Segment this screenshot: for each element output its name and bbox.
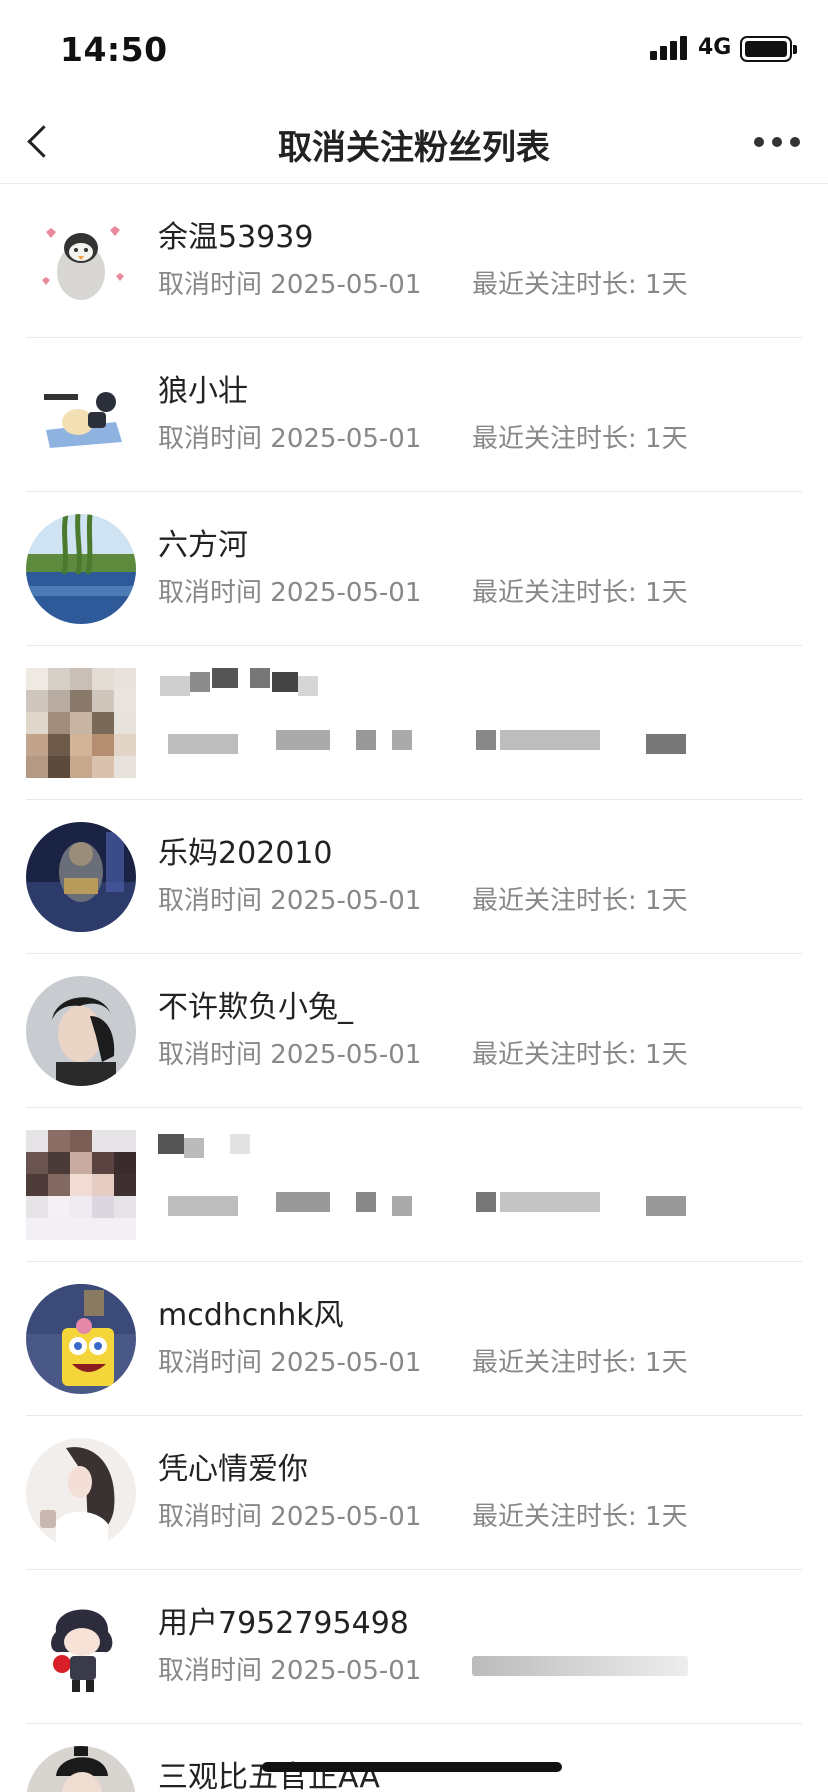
chibi-character-icon bbox=[26, 1592, 136, 1702]
follower-list: 余温53939 取消时间 2025-05-01 最近关注时长: 1天 狼小壮 取… bbox=[0, 184, 828, 1792]
status-bar: 14:50 4G bbox=[0, 0, 828, 98]
list-item[interactable] bbox=[0, 1108, 828, 1262]
page-title: 取消关注粉丝列表 bbox=[278, 128, 550, 168]
unfollow-date: 2025-05-01 bbox=[270, 1656, 422, 1686]
unfollow-date: 2025-05-01 bbox=[270, 424, 422, 454]
unfollow-date: 2025-05-01 bbox=[270, 1348, 422, 1378]
game-character-icon bbox=[26, 822, 136, 932]
follower-meta: 取消时间 2025-05-01 最近关注时长: 1天 bbox=[158, 880, 688, 917]
follow-duration: 最近关注时长: 1天 bbox=[472, 886, 688, 916]
unfollow-time-label: 取消时间 bbox=[158, 1040, 263, 1070]
follow-duration: 最近关注时长: 1天 bbox=[472, 578, 688, 608]
follower-name: 余温53939 bbox=[158, 220, 314, 255]
follower-meta: 取消时间 2025-05-01 最近关注时长: 1天 bbox=[158, 264, 688, 301]
unfollow-time-label: 取消时间 bbox=[158, 1348, 263, 1378]
pixelated-avatar-icon bbox=[26, 1130, 136, 1240]
cartoon-sticker-icon bbox=[26, 360, 136, 470]
follower-meta: 取消时间 2025-05-01 最近关注时长: 1天 bbox=[158, 1496, 688, 1533]
unfollow-time-label: 取消时间 bbox=[158, 578, 263, 608]
follower-name: mcdhcnhk风 bbox=[158, 1298, 344, 1333]
list-item[interactable]: 三观比五官正AA bbox=[0, 1724, 828, 1792]
pixelated-avatar-icon bbox=[26, 668, 136, 778]
list-item[interactable] bbox=[0, 646, 828, 800]
lake-photo-icon bbox=[26, 514, 136, 624]
blurred-duration bbox=[472, 1656, 688, 1676]
unfollow-date: 2025-05-01 bbox=[270, 1040, 422, 1070]
follow-duration: 最近关注时长: 1天 bbox=[472, 1348, 688, 1378]
list-item[interactable]: mcdhcnhk风 取消时间 2025-05-01 最近关注时长: 1天 bbox=[0, 1262, 828, 1416]
girl-illustration-icon bbox=[26, 1438, 136, 1548]
follow-duration: 最近关注时长: 1天 bbox=[472, 270, 688, 300]
follower-name: 不许欺负小兔_ bbox=[158, 990, 353, 1025]
spongebob-avatar-icon bbox=[26, 1284, 136, 1394]
follower-meta: 取消时间 2025-05-01 最近关注时长: 1天 bbox=[158, 1034, 688, 1071]
list-item[interactable]: 不许欺负小兔_ 取消时间 2025-05-01 最近关注时长: 1天 bbox=[0, 954, 828, 1108]
follower-name: 凭心情爱你 bbox=[158, 1452, 308, 1487]
follow-duration: 最近关注时长: 1天 bbox=[472, 1040, 688, 1070]
nav-bar: 取消关注粉丝列表 bbox=[0, 98, 828, 184]
unfollow-time-label: 取消时间 bbox=[158, 270, 263, 300]
follow-duration: 最近关注时长: 1天 bbox=[472, 424, 688, 454]
unfollow-time-label: 取消时间 bbox=[158, 1656, 263, 1686]
follower-meta: 取消时间 2025-05-01 bbox=[158, 1650, 421, 1687]
follower-meta: 取消时间 2025-05-01 最近关注时长: 1天 bbox=[158, 1342, 688, 1379]
penguin-sticker-icon bbox=[26, 206, 136, 316]
list-item[interactable]: 凭心情爱你 取消时间 2025-05-01 最近关注时长: 1天 bbox=[0, 1416, 828, 1570]
unfollow-time-label: 取消时间 bbox=[158, 886, 263, 916]
follower-name: 乐妈202010 bbox=[158, 836, 333, 871]
unfollow-date: 2025-05-01 bbox=[270, 578, 422, 608]
signal-icon bbox=[650, 34, 690, 60]
unfollow-date: 2025-05-01 bbox=[270, 1502, 422, 1532]
unfollow-date: 2025-05-01 bbox=[270, 270, 422, 300]
follower-name: 六方河 bbox=[158, 528, 248, 563]
follower-name: 狼小壮 bbox=[158, 374, 248, 409]
follower-name: 三观比五官正AA bbox=[158, 1760, 380, 1792]
unfollow-time-label: 取消时间 bbox=[158, 424, 263, 454]
battery-icon bbox=[740, 36, 797, 62]
network-type: 4G bbox=[698, 35, 732, 60]
follower-name: 用户7952795498 bbox=[158, 1606, 409, 1641]
list-item[interactable]: 乐妈202010 取消时间 2025-05-01 最近关注时长: 1天 bbox=[0, 800, 828, 954]
list-item[interactable]: 用户7952795498 取消时间 2025-05-01 bbox=[0, 1570, 828, 1724]
home-indicator bbox=[262, 1762, 562, 1772]
list-item[interactable]: 六方河 取消时间 2025-05-01 最近关注时长: 1天 bbox=[0, 492, 828, 646]
portrait-photo-icon bbox=[26, 976, 136, 1086]
unfollow-time-label: 取消时间 bbox=[158, 1502, 263, 1532]
follower-meta: 取消时间 2025-05-01 最近关注时长: 1天 bbox=[158, 572, 688, 609]
portrait-photo-icon bbox=[26, 1746, 136, 1792]
list-item[interactable]: 狼小壮 取消时间 2025-05-01 最近关注时长: 1天 bbox=[0, 338, 828, 492]
more-options-icon[interactable] bbox=[752, 122, 802, 158]
follower-meta: 取消时间 2025-05-01 最近关注时长: 1天 bbox=[158, 418, 688, 455]
status-time: 14:50 bbox=[60, 30, 168, 69]
follow-duration: 最近关注时长: 1天 bbox=[472, 1502, 688, 1532]
unfollow-date: 2025-05-01 bbox=[270, 886, 422, 916]
list-item[interactable]: 余温53939 取消时间 2025-05-01 最近关注时长: 1天 bbox=[0, 184, 828, 338]
